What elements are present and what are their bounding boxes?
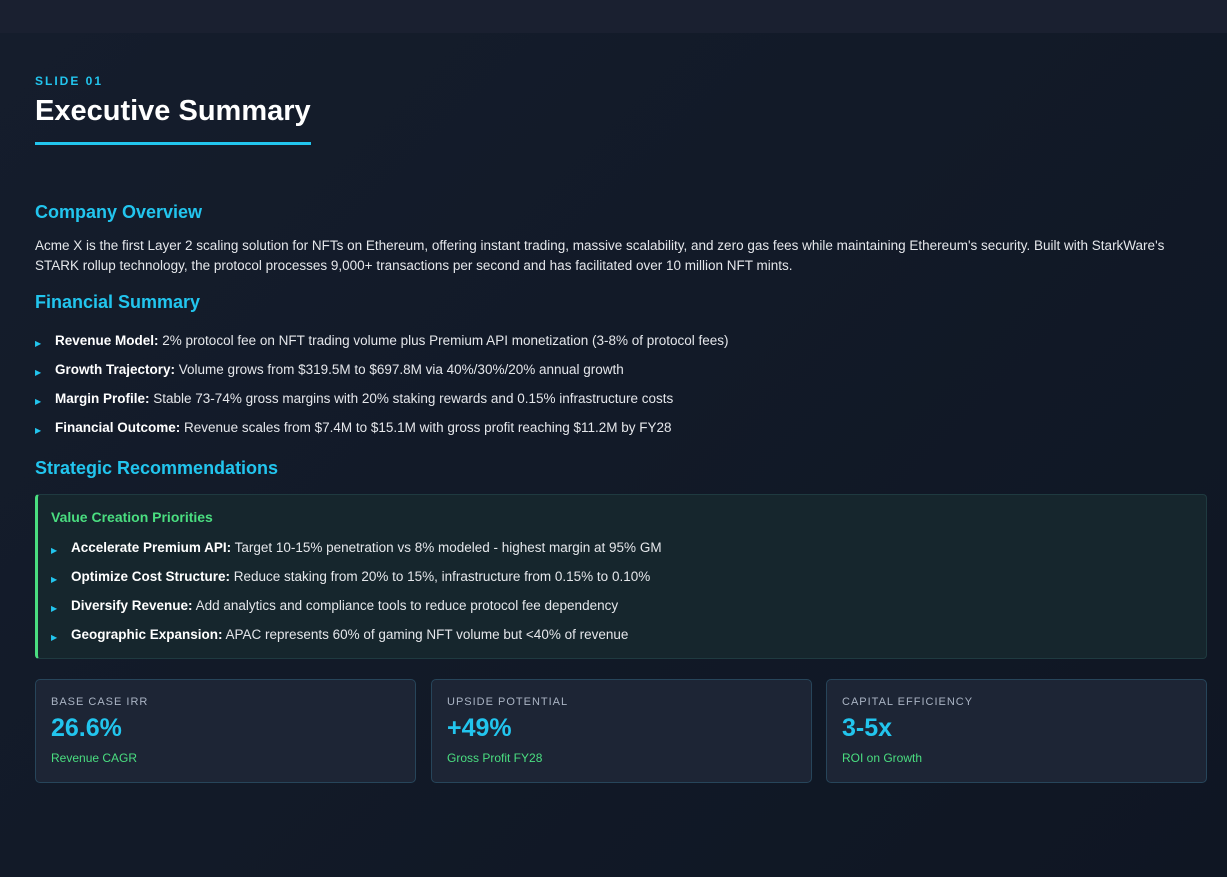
- metric-card-irr: BASE CASE IRR 26.6% Revenue CAGR: [35, 679, 416, 783]
- metric-subtitle: Revenue CAGR: [51, 751, 138, 765]
- strategic-recommendations-heading: Strategic Recommendations: [35, 458, 279, 478]
- bullet-label: Revenue Model:: [55, 333, 159, 348]
- top-bar: [0, 0, 1227, 33]
- bullet-arrow-icon: ▶: [51, 575, 58, 584]
- metric-subtitle: Gross Profit FY28: [447, 751, 543, 765]
- metric-subtitle: ROI on Growth: [842, 751, 923, 765]
- bullet-arrow-icon: ▶: [35, 368, 42, 377]
- list-item: ▶ Optimize Cost Structure: Reduce stakin…: [51, 568, 662, 597]
- bullet-arrow-icon: ▶: [51, 546, 58, 555]
- bullet-label: Margin Profile:: [55, 391, 150, 406]
- recommendations-list: ▶ Accelerate Premium API: Target 10-15% …: [51, 539, 662, 655]
- bullet-text: Reduce staking from 20% to 15%, infrastr…: [230, 569, 651, 584]
- value-creation-title: Value Creation Priorities: [51, 509, 213, 525]
- bullet-text: Stable 73-74% gross margins with 20% sta…: [149, 391, 674, 406]
- list-item: ▶ Accelerate Premium API: Target 10-15% …: [51, 539, 662, 568]
- metric-card-upside: UPSIDE POTENTIAL +49% Gross Profit FY28: [431, 679, 812, 783]
- metric-label: CAPITAL EFFICIENCY: [842, 696, 974, 708]
- list-item: ▶ Financial Outcome: Revenue scales from…: [35, 419, 729, 448]
- bullet-label: Optimize Cost Structure:: [71, 569, 231, 584]
- metric-label: UPSIDE POTENTIAL: [447, 696, 569, 708]
- company-overview-heading: Company Overview: [35, 202, 203, 222]
- metric-value: +49%: [447, 714, 512, 742]
- bullet-label: Diversify Revenue:: [71, 598, 193, 613]
- metric-value: 26.6%: [51, 714, 122, 742]
- financial-summary-heading: Financial Summary: [35, 292, 201, 312]
- bullet-arrow-icon: ▶: [35, 426, 42, 435]
- value-creation-box: Value Creation Priorities ▶ Accelerate P…: [35, 494, 1207, 659]
- list-item: ▶ Revenue Model: 2% protocol fee on NFT …: [35, 332, 729, 361]
- slide-title: Executive Summary: [35, 95, 311, 145]
- list-item: ▶ Margin Profile: Stable 73-74% gross ma…: [35, 390, 729, 419]
- bullet-text: Target 10-15% penetration vs 8% modeled …: [231, 540, 662, 555]
- list-item: ▶ Growth Trajectory: Volume grows from $…: [35, 361, 729, 390]
- company-overview-text: Acme X is the first Layer 2 scaling solu…: [35, 238, 1165, 273]
- list-item: ▶ Diversify Revenue: Add analytics and c…: [51, 597, 662, 626]
- bullet-label: Financial Outcome:: [55, 420, 181, 435]
- bullet-arrow-icon: ▶: [51, 633, 58, 642]
- bullet-arrow-icon: ▶: [35, 397, 42, 406]
- bullet-text: 2% protocol fee on NFT trading volume pl…: [158, 333, 729, 348]
- list-item: ▶ Geographic Expansion: APAC represents …: [51, 626, 662, 655]
- metric-card-efficiency: CAPITAL EFFICIENCY 3-5x ROI on Growth: [826, 679, 1207, 783]
- financial-summary-list: ▶ Revenue Model: 2% protocol fee on NFT …: [35, 332, 729, 448]
- slide-number: SLIDE 01: [35, 74, 104, 88]
- metric-value: 3-5x: [842, 714, 893, 742]
- bullet-text: Revenue scales from $7.4M to $15.1M with…: [180, 420, 672, 435]
- bullet-label: Geographic Expansion:: [71, 627, 223, 642]
- slide: SLIDE 01 Executive Summary Company Overv…: [0, 33, 1227, 877]
- bullet-text: Add analytics and compliance tools to re…: [192, 598, 619, 613]
- bullet-label: Growth Trajectory:: [55, 362, 176, 377]
- metric-label: BASE CASE IRR: [51, 696, 149, 708]
- bullet-text: Volume grows from $319.5M to $697.8M via…: [175, 362, 624, 377]
- bullet-label: Accelerate Premium API:: [71, 540, 232, 555]
- bullet-arrow-icon: ▶: [51, 604, 58, 613]
- bullet-arrow-icon: ▶: [35, 339, 42, 348]
- bullet-text: APAC represents 60% of gaming NFT volume…: [222, 627, 629, 642]
